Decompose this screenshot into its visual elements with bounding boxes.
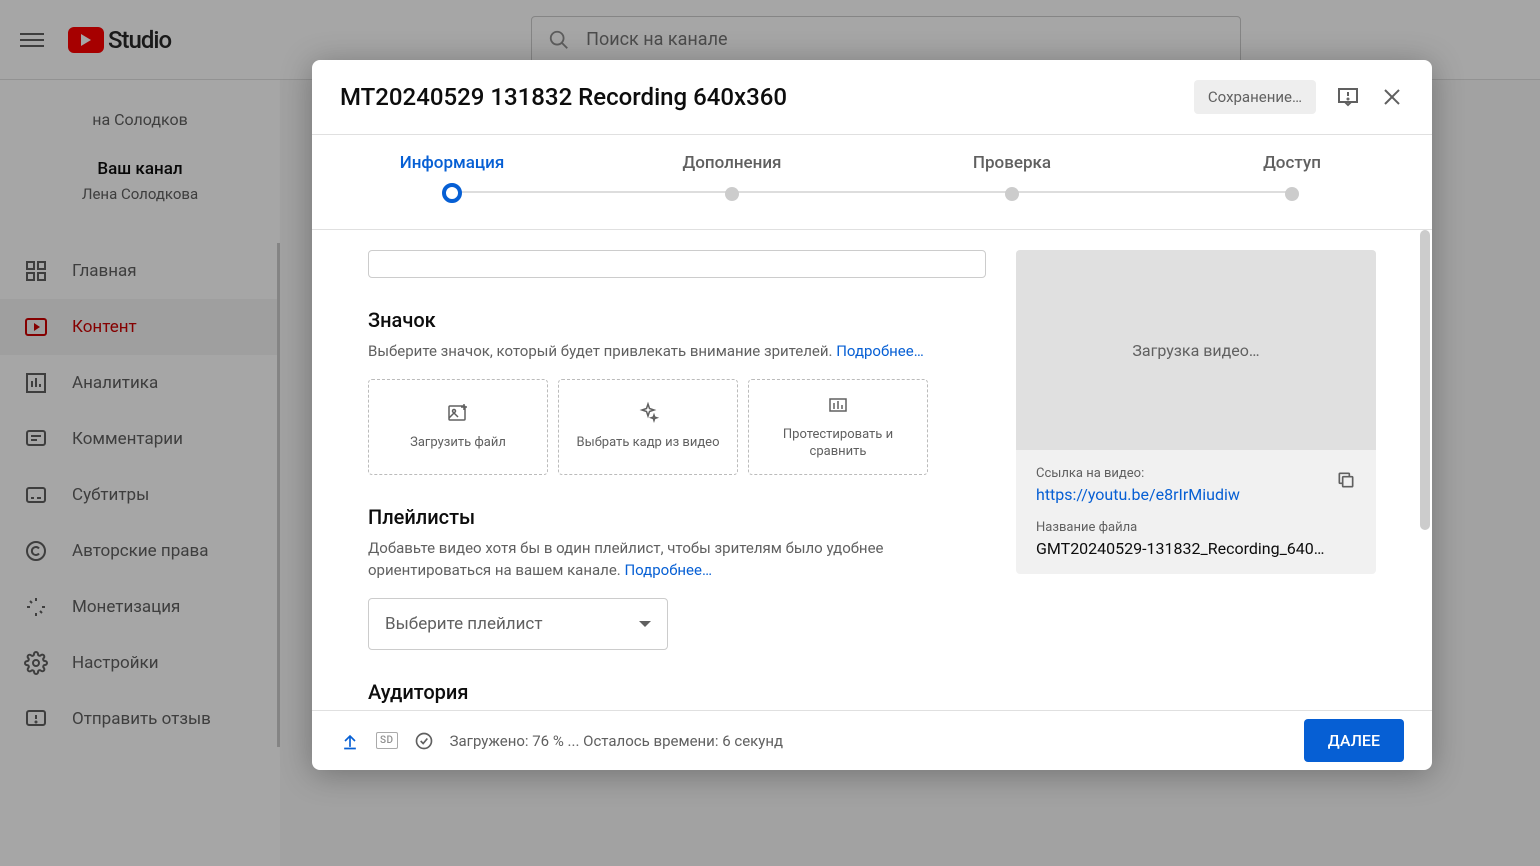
thumbnail-options: Загрузить файл Выбрать кадр из видео Про…: [368, 379, 986, 475]
stepper: Информация Дополнения Проверка Доступ: [312, 134, 1432, 230]
playlists-learn-more-link[interactable]: Подробнее…: [624, 561, 712, 579]
video-link-label: Ссылка на видео:: [1036, 466, 1240, 481]
preview-info: Ссылка на видео: https://youtu.be/e8rIrM…: [1016, 450, 1376, 574]
step-dot-icon: [725, 187, 739, 201]
step-details[interactable]: Информация: [312, 153, 592, 203]
step-elements[interactable]: Дополнения: [592, 153, 872, 203]
chevron-down-icon: [639, 621, 651, 627]
modal-body: Значок Выберите значок, который будет пр…: [312, 230, 1432, 710]
playlists-description: Добавьте видео хотя бы в один плейлист, …: [368, 537, 986, 582]
step-visibility[interactable]: Доступ: [1152, 153, 1432, 203]
thumbnail-title: Значок: [368, 308, 986, 332]
sparkle-icon: [636, 401, 660, 425]
description-input-partial[interactable]: [368, 250, 986, 278]
thumbnail-upload-file[interactable]: Загрузить файл: [368, 379, 548, 475]
compare-icon: [826, 393, 850, 417]
modal-header-actions: Сохранение…: [1194, 80, 1404, 114]
preview-card: Загрузка видео… Ссылка на видео: https:/…: [1016, 250, 1376, 574]
playlist-select[interactable]: Выберите плейлист: [368, 598, 668, 650]
audience-title: Аудитория: [368, 680, 986, 704]
upload-image-icon: [446, 401, 470, 425]
modal-title: MT20240529 131832 Recording 640x360: [340, 83, 787, 111]
feedback-icon[interactable]: [1336, 85, 1360, 109]
upload-status: Загружено: 76 % ... Осталось времени: 6 …: [450, 732, 1288, 750]
step-dot-icon: [442, 183, 462, 203]
upload-icon: [340, 731, 360, 751]
thumbnail-test-compare[interactable]: Протестировать и сравнить: [748, 379, 928, 475]
sd-badge: SD: [376, 732, 398, 749]
preview-video-placeholder: Загрузка видео…: [1016, 250, 1376, 450]
filename-value: GMT20240529-131832_Recording_640…: [1036, 539, 1356, 558]
next-button[interactable]: ДАЛЕЕ: [1304, 719, 1404, 762]
thumbnail-learn-more-link[interactable]: Подробнее…: [836, 342, 924, 360]
thumbnail-description: Выберите значок, который будет привлекат…: [368, 340, 986, 363]
copy-icon[interactable]: [1336, 470, 1356, 490]
playlists-title: Плейлисты: [368, 505, 986, 529]
filename-label: Название файла: [1036, 520, 1356, 535]
body-right: Загрузка видео… Ссылка на видео: https:/…: [1016, 250, 1376, 690]
modal-footer: SD Загружено: 76 % ... Осталось времени:…: [312, 710, 1432, 770]
step-dot-icon: [1005, 187, 1019, 201]
body-left: Значок Выберите значок, который будет пр…: [368, 250, 986, 690]
scrollbar[interactable]: [1420, 230, 1430, 530]
modal-header: MT20240529 131832 Recording 640x360 Сохр…: [312, 60, 1432, 134]
upload-modal: MT20240529 131832 Recording 640x360 Сохр…: [312, 60, 1432, 770]
video-link[interactable]: https://youtu.be/e8rIrMiudiw: [1036, 485, 1240, 504]
step-checks[interactable]: Проверка: [872, 153, 1152, 203]
close-icon[interactable]: [1380, 85, 1404, 109]
check-circle-icon: [414, 731, 434, 751]
thumbnail-auto-generate[interactable]: Выбрать кадр из видео: [558, 379, 738, 475]
save-status-badge: Сохранение…: [1194, 80, 1316, 114]
step-dot-icon: [1285, 187, 1299, 201]
